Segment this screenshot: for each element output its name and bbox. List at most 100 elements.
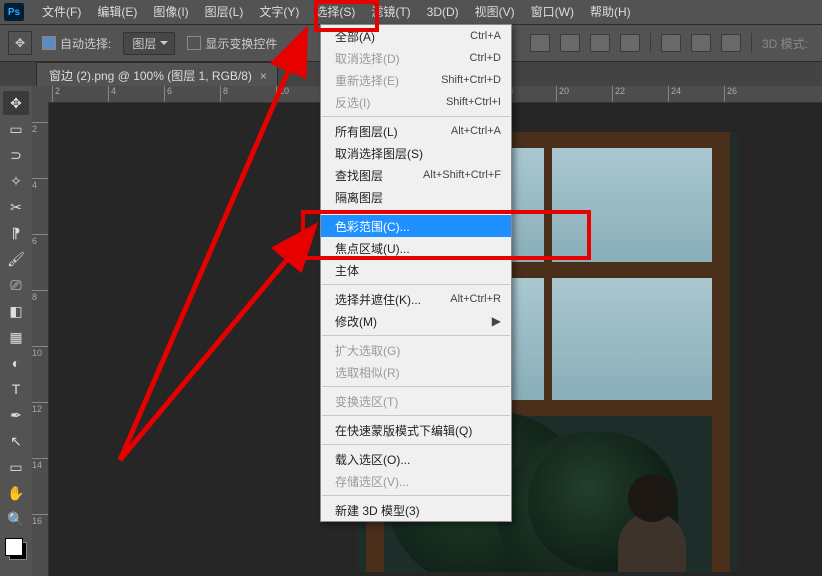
move-tool-icon[interactable]: ✥ xyxy=(8,31,32,55)
menu-item-shortcut: Alt+Ctrl+A xyxy=(451,125,501,137)
menu-item-shortcut: Ctrl+A xyxy=(470,30,501,42)
menu-item-label: 查找图层 xyxy=(335,167,383,184)
menu-item-label: 选取相似(R) xyxy=(335,364,400,381)
menu-item-label: 隔离图层 xyxy=(335,189,383,206)
brush-tool[interactable]: 🖌 xyxy=(3,247,29,271)
eyedropper-tool[interactable]: ⁋ xyxy=(3,221,29,245)
menu-item-label: 取消选择(D) xyxy=(335,50,400,67)
menu-item-label: 新建 3D 模型(3) xyxy=(335,502,420,519)
menu-window[interactable]: 窗口(W) xyxy=(523,0,582,24)
menu-item[interactable]: 色彩范围(C)... xyxy=(321,215,511,237)
type-tool[interactable]: T xyxy=(3,377,29,401)
menu-item-label: 重新选择(E) xyxy=(335,72,399,89)
menu-item-shortcut: Shift+Ctrl+I xyxy=(446,96,501,108)
ps-logo-icon: Ps xyxy=(4,3,24,21)
menu-item[interactable]: 选择并遮住(K)... Alt+Ctrl+R xyxy=(321,288,511,310)
shape-tool[interactable]: ▭ xyxy=(3,455,29,479)
menu-type[interactable]: 文字(Y) xyxy=(251,0,307,24)
menu-item-shortcut: Shift+Ctrl+D xyxy=(441,74,501,86)
align-icon[interactable] xyxy=(560,34,580,52)
move-tool[interactable]: ✥ xyxy=(3,91,29,115)
menu-item[interactable]: 查找图层 Alt+Shift+Ctrl+F xyxy=(321,164,511,186)
menu-filter[interactable]: 滤镜(T) xyxy=(363,0,418,24)
menu-item-label: 取消选择图层(S) xyxy=(335,145,423,162)
menu-item[interactable]: 修改(M) ▶ xyxy=(321,310,511,332)
menu-select[interactable]: 选择(S) xyxy=(307,0,363,24)
align-icon[interactable] xyxy=(530,34,550,52)
magic-wand-tool[interactable]: ✧ xyxy=(3,169,29,193)
submenu-arrow-icon: ▶ xyxy=(492,314,501,328)
menu-item: 取消选择(D) Ctrl+D xyxy=(321,47,511,69)
color-swatches[interactable] xyxy=(5,538,27,560)
document-tab-title: 窗边 (2).png @ 100% (图层 1, RGB/8) xyxy=(49,67,252,84)
menu-item[interactable]: 新建 3D 模型(3) xyxy=(321,499,511,521)
menu-item[interactable]: 主体 xyxy=(321,259,511,281)
show-transform-label: 显示变换控件 xyxy=(205,35,277,52)
eraser-tool[interactable]: ◧ xyxy=(3,299,29,323)
menu-item: 重新选择(E) Shift+Ctrl+D xyxy=(321,69,511,91)
align-icon[interactable] xyxy=(620,34,640,52)
menu-view[interactable]: 视图(V) xyxy=(467,0,523,24)
distribute-icon[interactable] xyxy=(691,34,711,52)
gradient-tool[interactable]: ▦ xyxy=(3,325,29,349)
menu-item-label: 载入选区(O)... xyxy=(335,451,410,468)
menu-item-shortcut: Alt+Ctrl+R xyxy=(450,293,501,305)
menu-item[interactable]: 隔离图层 xyxy=(321,186,511,208)
distribute-icon[interactable] xyxy=(721,34,741,52)
menu-layer[interactable]: 图层(L) xyxy=(197,0,252,24)
zoom-tool[interactable]: 🔍 xyxy=(3,507,29,531)
menu-edit[interactable]: 编辑(E) xyxy=(89,0,145,24)
stamp-tool[interactable]: ⎚ xyxy=(3,273,29,297)
menu-item-shortcut: Ctrl+D xyxy=(470,52,501,64)
menu-item-label: 焦点区域(U)... xyxy=(335,240,410,257)
menu-item[interactable]: 载入选区(O)... xyxy=(321,448,511,470)
menu-item-label: 主体 xyxy=(335,262,359,279)
crop-tool[interactable]: ✂ xyxy=(3,195,29,219)
pen-tool[interactable]: ✒ xyxy=(3,403,29,427)
menu-item[interactable]: 焦点区域(U)... xyxy=(321,237,511,259)
menu-item-label: 色彩范围(C)... xyxy=(335,218,410,235)
hand-tool[interactable]: ✋ xyxy=(3,481,29,505)
menu-file[interactable]: 文件(F) xyxy=(34,0,89,24)
menu-item-label: 选择并遮住(K)... xyxy=(335,291,421,308)
auto-select-label: 自动选择: xyxy=(60,35,111,52)
main-menubar: Ps 文件(F) 编辑(E) 图像(I) 图层(L) 文字(Y) 选择(S) 滤… xyxy=(0,0,822,25)
menu-item-label: 在快速蒙版模式下编辑(Q) xyxy=(335,422,472,439)
menu-item-label: 反选(I) xyxy=(335,94,370,111)
mode3d-label: 3D 模式: xyxy=(762,35,808,52)
close-tab-icon[interactable]: × xyxy=(260,69,267,83)
toolbox: ✥▭⊃✧✂⁋🖌⎚◧▦◐T✒↖▭✋🔍 xyxy=(0,86,33,576)
show-transform-checkbox[interactable] xyxy=(187,36,201,50)
menu-item-label: 存储选区(V)... xyxy=(335,473,409,490)
menu-item-label: 变换选区(T) xyxy=(335,393,398,410)
options-right-group: 3D 模式: xyxy=(530,33,822,53)
rect-marquee-tool[interactable]: ▭ xyxy=(3,117,29,141)
dodge-tool[interactable]: ◐ xyxy=(3,351,29,375)
menu-item: 存储选区(V)... xyxy=(321,470,511,492)
menu-item-label: 全部(A) xyxy=(335,28,375,45)
menu-item[interactable]: 取消选择图层(S) xyxy=(321,142,511,164)
select-menu-dropdown: 全部(A) Ctrl+A 取消选择(D) Ctrl+D 重新选择(E) Shift+Ctr… xyxy=(320,24,512,522)
menu-item: 变换选区(T) xyxy=(321,390,511,412)
menu-image[interactable]: 图像(I) xyxy=(145,0,196,24)
lasso-tool[interactable]: ⊃ xyxy=(3,143,29,167)
layer-group-dropdown[interactable]: 图层 xyxy=(123,32,175,55)
auto-select-checkbox[interactable] xyxy=(42,36,56,50)
menu-item[interactable]: 全部(A) Ctrl+A xyxy=(321,25,511,47)
menu-3d[interactable]: 3D(D) xyxy=(419,0,467,24)
menu-item-label: 所有图层(L) xyxy=(335,123,398,140)
menu-item[interactable]: 在快速蒙版模式下编辑(Q) xyxy=(321,419,511,441)
document-tab[interactable]: 窗边 (2).png @ 100% (图层 1, RGB/8) × xyxy=(36,62,278,88)
menu-item: 选取相似(R) xyxy=(321,361,511,383)
ruler-vertical: 246810121416 xyxy=(32,102,49,576)
menu-item[interactable]: 所有图层(L) Alt+Ctrl+A xyxy=(321,120,511,142)
path-select-tool[interactable]: ↖ xyxy=(3,429,29,453)
menu-help[interactable]: 帮助(H) xyxy=(582,0,639,24)
menu-item-label: 修改(M) xyxy=(335,313,377,330)
distribute-icon[interactable] xyxy=(661,34,681,52)
align-icon[interactable] xyxy=(590,34,610,52)
menu-item: 反选(I) Shift+Ctrl+I xyxy=(321,91,511,113)
menu-item: 扩大选取(G) xyxy=(321,339,511,361)
menu-item-label: 扩大选取(G) xyxy=(335,342,400,359)
menu-item-shortcut: Alt+Shift+Ctrl+F xyxy=(423,169,501,181)
